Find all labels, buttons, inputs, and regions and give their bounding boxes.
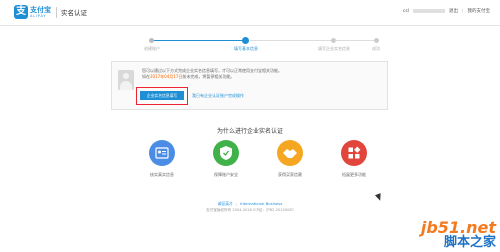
info-text-2-suffix: 前未完成，将暂停相关功能。 <box>182 74 235 79</box>
feature-more-functions: 拓展更多功能 <box>324 140 384 178</box>
info-text-2: 如在2017年04月17日前未完成，将暂停相关功能。 <box>142 74 234 80</box>
user-area: csl 退出 | 我的支付宝 <box>402 8 491 15</box>
info-text-2-prefix: 如在 <box>142 74 150 79</box>
watermark-line-1: jb51.net <box>420 218 496 237</box>
feature-account-security: 保障账户安全 <box>196 140 256 178</box>
step-label-2: 填写基本信息 <box>234 46 258 51</box>
top-header: 支 支付宝 ALIPAY 实名认证 csl 退出 | 我的支付宝 <box>0 0 500 26</box>
footer-links: 诚征英才 | International Business <box>0 201 500 207</box>
fill-company-info-button[interactable]: 企业实名信息填写 <box>140 91 184 100</box>
step-label-3: 填写企业实名信息 <box>318 46 350 51</box>
feature-buyer-trust: 获得买家信赖 <box>260 140 320 178</box>
apps-grid-icon <box>341 140 367 166</box>
copyright: 支付宝版权所有 2004-2016 ICP证：沪B2-20150087 <box>206 208 294 212</box>
verification-info-box: 您可以通过以下方式完成企业实名信息填写，才可以正常使用支付宝相关功能。 如在20… <box>111 61 388 110</box>
watermark: jb51.net 脚本之家 <box>420 218 496 250</box>
shield-icon <box>213 140 239 166</box>
why-section-title: 为什么进行企业实名认证 <box>216 128 283 135</box>
footer-link-careers[interactable]: 诚征英才 <box>218 201 233 206</box>
username-mask <box>412 9 445 13</box>
step-label-1: 创建账户 <box>144 46 160 51</box>
id-card-icon <box>149 140 175 166</box>
step-dot-1 <box>149 38 154 43</box>
my-alipay-link[interactable]: 我的支付宝 <box>468 8 491 14</box>
fill-button-highlight: 企业实名信息填写 <box>136 87 188 105</box>
separator: | <box>461 8 464 14</box>
progress-steps: 创建账户 填写基本信息 填写企业实名信息 成功 <box>120 29 380 51</box>
footer-link-international[interactable]: International Business <box>240 201 282 206</box>
feature-label: 拓展更多功能 <box>342 172 366 177</box>
feature-label: 获得买家信赖 <box>278 172 302 177</box>
watermark-line-2: 脚本之家 <box>443 235 496 250</box>
feature-label: 核实真实信息 <box>150 172 174 177</box>
step-dot-2 <box>242 37 249 44</box>
step-line-1 <box>152 40 246 41</box>
page-title: 实名认证 <box>61 9 87 17</box>
step-line-2 <box>250 40 344 41</box>
step-label-4: 成功 <box>372 46 380 51</box>
alipay-logo-icon[interactable]: 支 <box>14 5 28 19</box>
feature-verify-info: 核实真实信息 <box>132 140 192 178</box>
alipay-logo-subtext: ALIPAY <box>30 14 47 18</box>
deadline-date: 2017年04月17日 <box>150 74 183 79</box>
feature-label: 保障账户安全 <box>214 172 238 177</box>
separator: | <box>235 201 238 206</box>
username: csl <box>402 8 409 14</box>
step-line-4 <box>335 40 375 41</box>
header-divider <box>56 7 57 18</box>
logout-link[interactable]: 退出 <box>449 8 458 14</box>
existing-company-account-link[interactable]: 我已有企业认证账户完成操作 <box>192 93 244 99</box>
step-dot-4 <box>374 38 379 43</box>
avatar-icon <box>118 70 134 90</box>
handshake-icon <box>277 140 303 166</box>
